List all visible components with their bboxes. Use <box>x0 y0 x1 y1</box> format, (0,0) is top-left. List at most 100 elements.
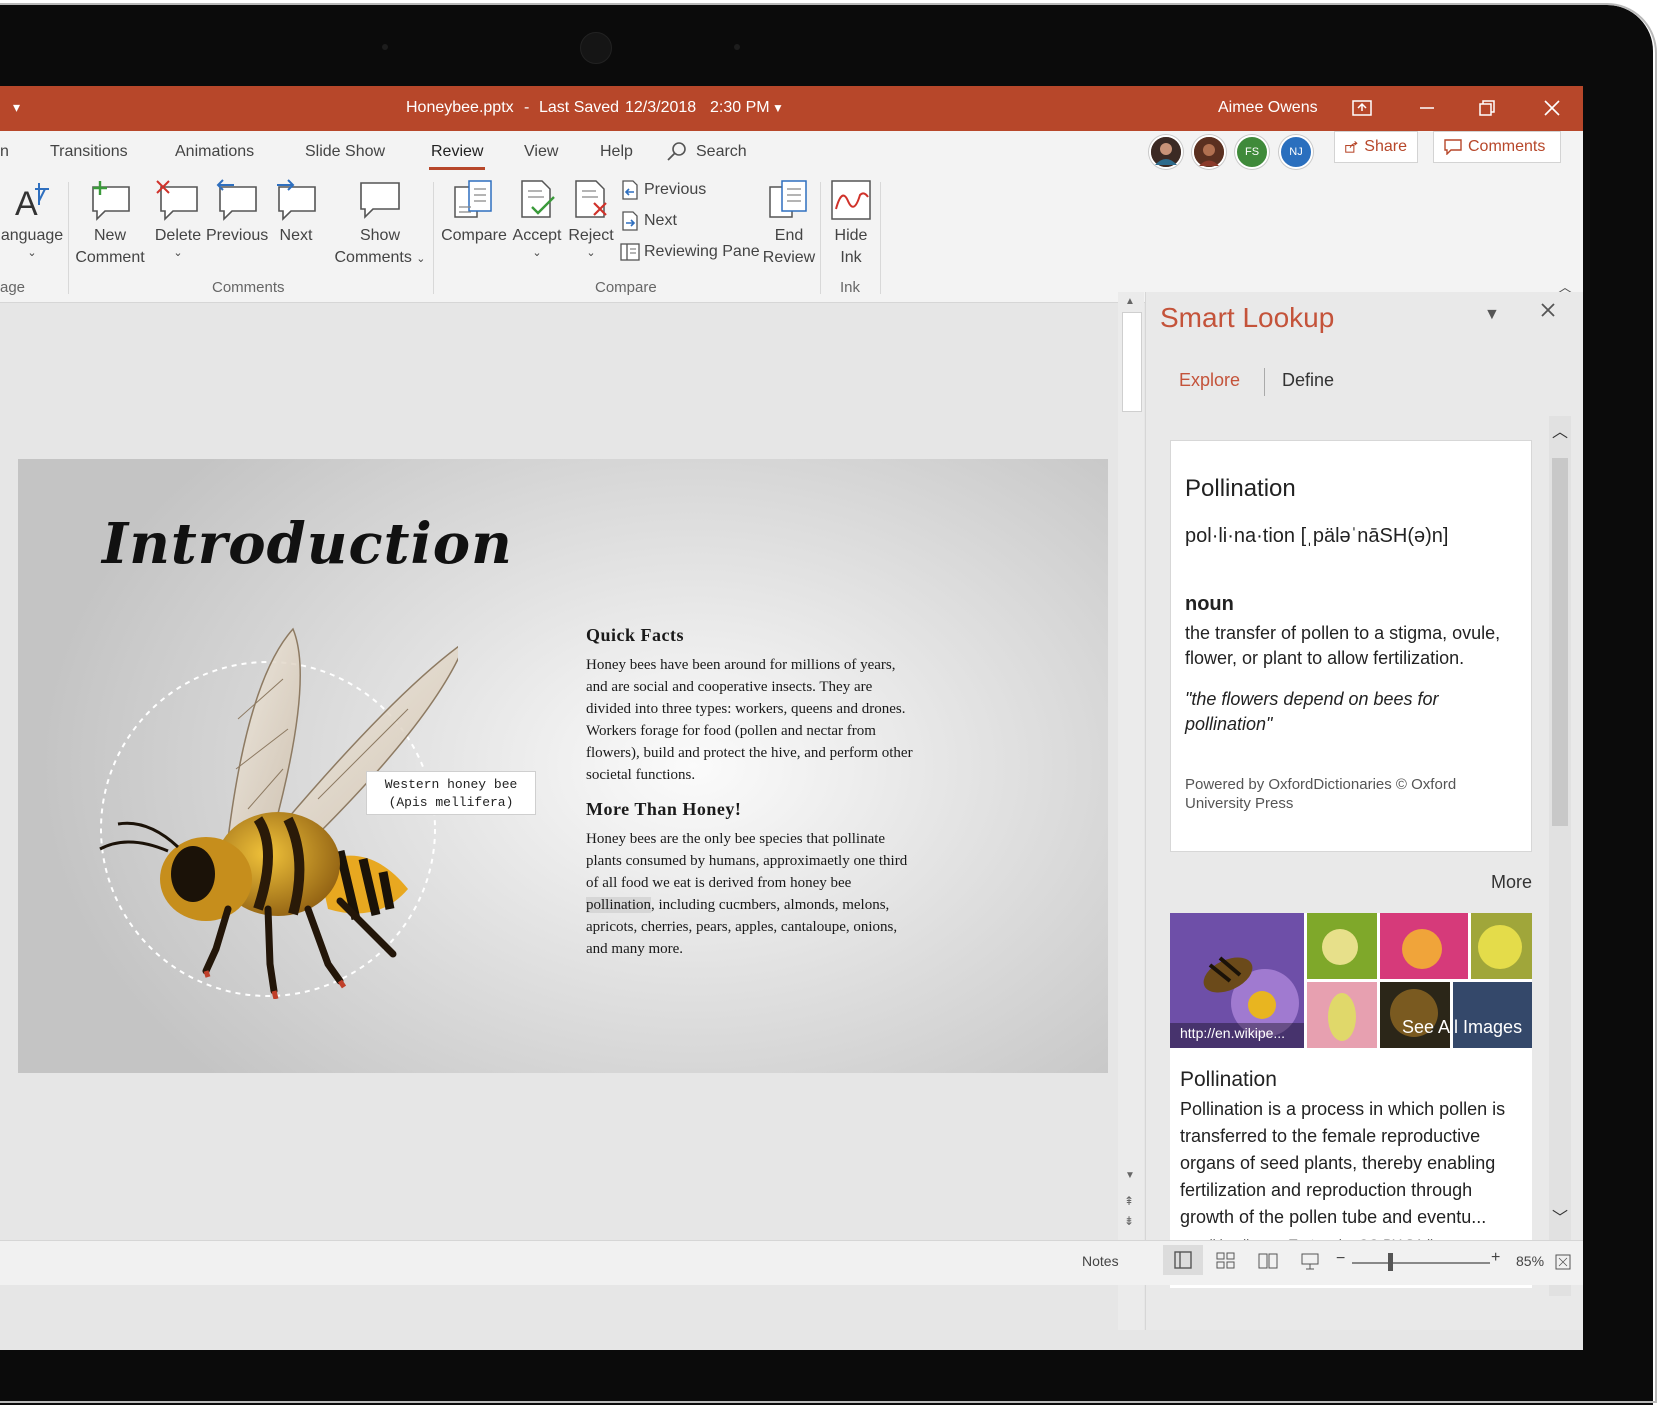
wiki-title: Pollination <box>1180 1068 1277 1091</box>
next-slide-icon[interactable]: ⇟ <box>1124 1214 1134 1228</box>
definition-attribution: Powered by OxfordDictionaries © Oxford U… <box>1185 776 1457 812</box>
restore-icon[interactable] <box>1472 94 1502 122</box>
notes-button[interactable]: Notes <box>1082 1253 1119 1269</box>
zoom-level[interactable]: 85% <box>1516 1253 1544 1269</box>
next-comment-button[interactable]: Next <box>270 179 322 247</box>
smart-lookup-pane: Smart Lookup ▼ Explore Define Pollinatio… <box>1145 292 1583 1330</box>
slide-scrollbar[interactable]: ▲ ▼ ⇞ ⇟ <box>1118 292 1144 1330</box>
fit-to-window-icon[interactable] <box>1555 1254 1571 1270</box>
more-line-2: plants consumed by humans, approximaetly… <box>586 853 908 869</box>
zoom-in-icon[interactable]: + <box>1491 1249 1500 1267</box>
share-icon <box>1345 141 1358 153</box>
tab-view[interactable]: View <box>524 143 558 161</box>
quick-facts-line-1: Honey bees have been around for millions… <box>586 657 896 673</box>
previous-slide-icon[interactable]: ⇞ <box>1124 1194 1134 1208</box>
definition-card[interactable]: Pollination pol·li·na·tion [ˌpäləˈnāSH(ə… <box>1170 440 1532 852</box>
collaborator-avatar-fs[interactable]: FS <box>1235 135 1269 169</box>
more-line-3: of all food we eat is derived from honey… <box>586 875 852 891</box>
svg-text:A: A <box>15 185 38 221</box>
language-label: anguage <box>0 227 64 244</box>
zoom-slider-track[interactable] <box>1352 1262 1490 1264</box>
collaborator-avatar-nj[interactable]: NJ <box>1279 135 1313 169</box>
quick-access-chevron-icon[interactable]: ▾ <box>13 99 20 116</box>
last-saved-date: 12/3/2018 <box>625 99 697 116</box>
search-box[interactable]: Search <box>666 141 747 163</box>
end-review-button[interactable]: End Review <box>760 179 818 269</box>
more-than-honey-section[interactable]: More Than Honey! Honey bees are the only… <box>586 799 986 960</box>
previous-comment-icon <box>216 179 257 221</box>
collaborator-avatar-1[interactable] <box>1149 135 1183 169</box>
slide-scroll-thumb[interactable] <box>1122 312 1142 412</box>
minimize-icon[interactable] <box>1412 94 1442 122</box>
reviewing-pane-icon <box>620 243 640 261</box>
scroll-down-icon[interactable]: ▼ <box>1125 1170 1135 1181</box>
close-window-icon[interactable] <box>1537 94 1567 122</box>
share-button[interactable]: Share <box>1334 131 1418 163</box>
comments-group-label: Comments <box>212 279 285 296</box>
collaborator-avatar-2[interactable] <box>1192 135 1226 169</box>
zoom-slider-thumb[interactable] <box>1388 1253 1393 1271</box>
comment-icon <box>1444 139 1462 155</box>
search-label: Search <box>696 143 747 160</box>
slide[interactable]: Introduction Western honey bee (Apis mel… <box>18 459 1108 1073</box>
close-pane-icon[interactable] <box>1540 302 1556 323</box>
image-results[interactable]: http://en.wikipe... See All Images <box>1170 913 1532 1048</box>
selected-word-pollination[interactable]: pollination <box>586 897 651 913</box>
tab-explore[interactable]: Explore <box>1179 370 1240 391</box>
tab-slide-show[interactable]: Slide Show <box>305 143 385 161</box>
compare-previous-button[interactable]: Previous <box>620 180 706 200</box>
tab-define[interactable]: Define <box>1282 370 1334 391</box>
separator <box>880 182 881 294</box>
more-link[interactable]: More <box>1491 872 1532 893</box>
tab-animations[interactable]: Animations <box>175 143 254 161</box>
reading-view-icon[interactable] <box>1258 1252 1278 1270</box>
wiki-text: Pollination is a process in which pollen… <box>1180 1099 1506 1227</box>
see-all-images-link[interactable]: See All Images <box>1402 1017 1522 1038</box>
slideshow-icon[interactable] <box>1300 1252 1320 1270</box>
show-comments-button[interactable]: Show Comments ⌄ <box>328 179 432 270</box>
pane-scroll-thumb[interactable] <box>1552 458 1568 826</box>
scroll-up-icon[interactable]: ▲ <box>1125 296 1135 307</box>
document-name[interactable]: Honeybee.pptx <box>406 99 514 117</box>
language-button[interactable]: A anguage ⌄ <box>0 179 64 259</box>
tab-transitions[interactable]: Transitions <box>50 143 128 161</box>
new-comment-button[interactable]: New Comment <box>72 179 148 269</box>
slide-sorter-icon[interactable] <box>1216 1252 1236 1270</box>
compare-next-button[interactable]: Next <box>620 211 677 231</box>
accept-button[interactable]: Accept ⌄ <box>510 179 564 259</box>
separator <box>820 182 821 294</box>
ribbon-display-options-icon[interactable] <box>1347 94 1377 122</box>
pane-options-chevron-icon[interactable]: ▼ <box>1484 306 1500 324</box>
comments-button[interactable]: Comments <box>1433 131 1561 163</box>
delete-comment-button[interactable]: Delete ⌄ <box>152 179 204 259</box>
search-icon <box>667 142 686 161</box>
compare-previous-label: Previous <box>644 181 707 198</box>
normal-view-button[interactable] <box>1163 1245 1203 1275</box>
image-caption[interactable]: Western honey bee (Apis mellifera) <box>366 771 536 815</box>
more-than-honey-heading: More Than Honey! <box>586 799 742 819</box>
reject-button[interactable]: Reject ⌄ <box>566 179 616 259</box>
pane-scroll-down-icon[interactable]: ﹀ <box>1552 1204 1568 1228</box>
previous-comment-button[interactable]: Previous <box>206 179 268 247</box>
zoom-out-icon[interactable]: − <box>1336 1250 1345 1268</box>
tab-help[interactable]: Help <box>600 143 633 161</box>
tab-review[interactable]: Review <box>428 143 486 170</box>
compare-button[interactable]: Compare <box>438 179 510 247</box>
hide-ink-button[interactable]: Hide Ink <box>826 179 876 269</box>
delete-chevron-icon: ⌄ <box>173 247 183 259</box>
slide-title[interactable]: Introduction <box>102 511 513 577</box>
pane-scroll-up-icon[interactable]: ︿ <box>1552 418 1568 442</box>
image-caption-line-2: (Apis mellifera) <box>388 795 514 810</box>
definition-example: "the flowers depend on bees for pollinat… <box>1185 689 1439 734</box>
tab-insert-partial[interactable]: n <box>0 143 9 161</box>
show-comments-icon <box>360 182 400 219</box>
reviewing-pane-button[interactable]: Reviewing Pane <box>620 242 760 262</box>
pane-scrollbar[interactable]: ︿ ﹀ <box>1549 416 1571 1296</box>
user-name[interactable]: Aimee Owens <box>1218 99 1318 117</box>
ribbon: A anguage ⌄ age New Comment Delete ⌄ Pre… <box>0 177 1583 303</box>
definition-text: the transfer of pollen to a stigma, ovul… <box>1185 623 1501 668</box>
new-comment-label-2: Comment <box>75 249 145 266</box>
quick-facts-section[interactable]: Quick Facts Honey bees have been around … <box>586 625 986 786</box>
version-history-chevron-icon[interactable]: ▼ <box>772 101 784 115</box>
image-source-link[interactable]: http://en.wikipe... <box>1180 1025 1285 1041</box>
